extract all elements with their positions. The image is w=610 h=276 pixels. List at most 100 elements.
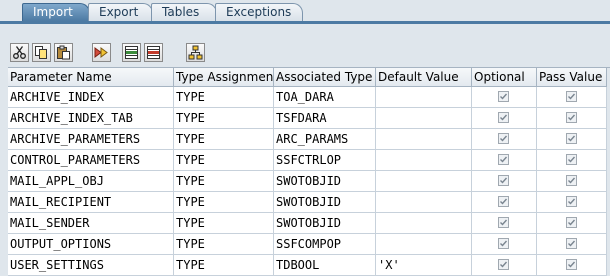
- optional-checkbox[interactable]: [498, 196, 509, 207]
- table-row: ARCHIVE_PARAMETERS TYPE ARC_PARAMS: [8, 129, 610, 150]
- paste-icon: [57, 45, 70, 60]
- optional-checkbox[interactable]: [498, 217, 509, 228]
- default-value-cell[interactable]: [376, 108, 472, 129]
- default-value-cell[interactable]: [376, 129, 472, 150]
- fast-forward-icon: [94, 47, 108, 58]
- pass-value-checkbox[interactable]: [565, 175, 577, 186]
- associated-type-cell[interactable]: SSFCTRLOP: [274, 150, 376, 171]
- pass-value-checkbox-cell: [537, 213, 607, 234]
- where-used-button[interactable]: [186, 43, 205, 62]
- type-assignment-cell[interactable]: TYPE: [174, 234, 274, 255]
- parameter-name-cell[interactable]: OUTPUT_OPTIONS: [8, 234, 174, 255]
- tab-exceptions[interactable]: Exceptions: [215, 3, 303, 21]
- tab-tables[interactable]: Tables: [151, 3, 217, 21]
- type-assignment-cell[interactable]: TYPE: [174, 171, 274, 192]
- optional-checkbox[interactable]: [498, 238, 509, 249]
- optional-checkbox[interactable]: [498, 133, 509, 144]
- optional-checkbox-cell: [472, 171, 537, 192]
- tab-label: Export: [99, 5, 139, 19]
- optional-checkbox[interactable]: [498, 259, 509, 270]
- tab-underline: [0, 21, 610, 24]
- parameter-name-cell[interactable]: CONTROL_PARAMETERS: [8, 150, 174, 171]
- associated-type-cell[interactable]: SWOTOBJID: [274, 192, 376, 213]
- tab-export[interactable]: Export: [88, 3, 153, 21]
- optional-checkbox-cell: [472, 192, 537, 213]
- cut-button[interactable]: [10, 43, 29, 62]
- optional-checkbox[interactable]: [498, 91, 509, 102]
- tab-label: Exceptions: [226, 5, 292, 19]
- pass-value-checkbox[interactable]: [565, 238, 577, 249]
- column-header-type-assignment[interactable]: Type Assignment: [174, 68, 274, 87]
- delete-row-button[interactable]: [144, 43, 163, 62]
- insert-row-button[interactable]: [122, 43, 141, 62]
- pass-value-checkbox-cell: [537, 108, 607, 129]
- type-assignment-cell[interactable]: TYPE: [174, 129, 274, 150]
- table-row: MAIL_APPL_OBJ TYPE SWOTOBJID: [8, 171, 610, 192]
- type-assignment-cell[interactable]: TYPE: [174, 150, 274, 171]
- checkmark-icon: [500, 198, 508, 205]
- table-row: ARCHIVE_INDEX TYPE TOA_DARA: [8, 87, 610, 108]
- pass-value-checkbox[interactable]: [565, 154, 577, 165]
- parameter-name-cell[interactable]: ARCHIVE_INDEX: [8, 87, 174, 108]
- parameter-name-cell[interactable]: MAIL_APPL_OBJ: [8, 171, 174, 192]
- optional-checkbox-cell: [472, 129, 537, 150]
- default-value-cell[interactable]: [376, 234, 472, 255]
- optional-checkbox-cell: [472, 213, 537, 234]
- insert-row-icon: [125, 46, 138, 59]
- table-row: OUTPUT_OPTIONS TYPE SSFCOMPOP: [8, 234, 610, 255]
- checkmark-icon: [567, 156, 575, 163]
- associated-type-cell[interactable]: ARC_PARAMS: [274, 129, 376, 150]
- column-header-associated-type[interactable]: Associated Type: [274, 68, 376, 87]
- checkmark-icon: [567, 177, 575, 184]
- column-header-optional[interactable]: Optional: [472, 68, 537, 87]
- pass-value-checkbox[interactable]: [565, 133, 577, 144]
- column-header-pass-value[interactable]: Pass Value: [537, 68, 607, 87]
- associated-type-cell[interactable]: TOA_DARA: [274, 87, 376, 108]
- pass-value-checkbox[interactable]: [565, 259, 577, 270]
- default-value-cell[interactable]: [376, 150, 472, 171]
- type-assignment-cell[interactable]: TYPE: [174, 108, 274, 129]
- pass-value-checkbox[interactable]: [565, 112, 577, 123]
- pass-value-checkbox-cell: [537, 234, 607, 255]
- parameter-name-cell[interactable]: ARCHIVE_INDEX_TAB: [8, 108, 174, 129]
- optional-checkbox-cell: [472, 87, 537, 108]
- checkmark-icon: [567, 114, 575, 121]
- column-header-default-value[interactable]: Default Value: [376, 68, 472, 87]
- parameter-name-cell[interactable]: ARCHIVE_PARAMETERS: [8, 129, 174, 150]
- default-value-cell[interactable]: [376, 171, 472, 192]
- fast-forward-button[interactable]: [92, 43, 111, 62]
- tab-label: Tables: [162, 5, 200, 19]
- checkmark-icon: [567, 93, 575, 100]
- pass-value-checkbox[interactable]: [565, 196, 577, 207]
- tab-import[interactable]: Import: [22, 3, 90, 21]
- default-value-cell[interactable]: [376, 87, 472, 108]
- paste-button[interactable]: [54, 43, 73, 62]
- pass-value-checkbox[interactable]: [565, 91, 577, 102]
- optional-checkbox[interactable]: [498, 112, 509, 123]
- associated-type-cell[interactable]: SWOTOBJID: [274, 171, 376, 192]
- pass-value-checkbox[interactable]: [565, 217, 577, 228]
- default-value-cell[interactable]: [376, 213, 472, 234]
- checkmark-icon: [500, 177, 508, 184]
- checkmark-icon: [500, 135, 508, 142]
- type-assignment-cell[interactable]: TYPE: [174, 213, 274, 234]
- parameter-name-cell[interactable]: MAIL_RECIPIENT: [8, 192, 174, 213]
- column-header-parameter-name[interactable]: Parameter Name: [8, 68, 174, 87]
- copy-button[interactable]: [32, 43, 51, 62]
- checkmark-icon: [500, 219, 508, 226]
- optional-checkbox[interactable]: [498, 154, 509, 165]
- checkmark-icon: [567, 240, 575, 247]
- checkmark-icon: [500, 240, 508, 247]
- type-assignment-cell[interactable]: TYPE: [174, 87, 274, 108]
- parameter-name-cell[interactable]: MAIL_SENDER: [8, 213, 174, 234]
- default-value-cell[interactable]: [376, 192, 472, 213]
- associated-type-cell[interactable]: SSFCOMPOP: [274, 234, 376, 255]
- pass-value-checkbox-cell: [537, 192, 607, 213]
- optional-checkbox[interactable]: [498, 175, 509, 186]
- tab-label: Import: [33, 5, 73, 19]
- checkmark-icon: [567, 135, 575, 142]
- associated-type-cell[interactable]: TSFDARA: [274, 108, 376, 129]
- associated-type-cell[interactable]: SWOTOBJID: [274, 213, 376, 234]
- checkmark-icon: [500, 261, 508, 268]
- type-assignment-cell[interactable]: TYPE: [174, 192, 274, 213]
